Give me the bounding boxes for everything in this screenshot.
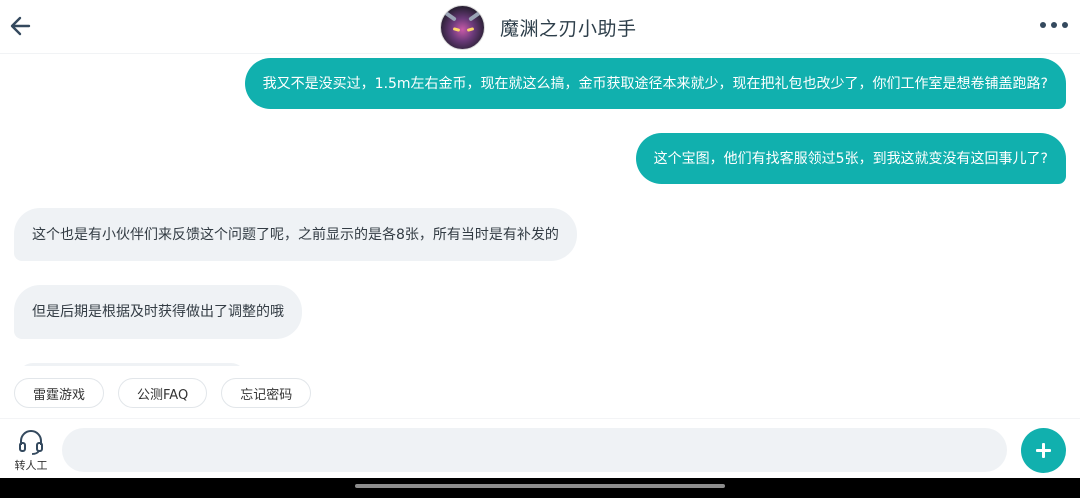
message-bubble-partial xyxy=(18,363,246,366)
more-horizontal-icon xyxy=(1040,22,1046,28)
message-input[interactable] xyxy=(62,428,1007,472)
page-title: 魔渊之刃小助手 xyxy=(500,17,637,40)
back-button[interactable] xyxy=(8,12,34,40)
quick-reply-bar: 雷霆游戏 公测FAQ 忘记密码 xyxy=(14,378,312,408)
message-bubble-incoming[interactable]: 但是后期是根据及时获得做出了调整的哦 xyxy=(14,285,302,339)
quick-reply-chip[interactable]: 雷霆游戏 xyxy=(14,378,105,408)
quick-reply-chip[interactable]: 忘记密码 xyxy=(221,378,312,408)
quick-reply-chip[interactable]: 公测FAQ xyxy=(118,378,208,408)
more-options-button[interactable] xyxy=(1040,22,1068,28)
system-navigation-bar xyxy=(0,478,1080,498)
message-bubble-incoming[interactable]: 这个也是有小伙伴们来反馈这个问题了呢，之前显示的是各8张，所有当时是有补发的 xyxy=(14,208,577,261)
message-text: 这个也是有小伙伴们来反馈这个问题了呢，之前显示的是各8张，所有当时是有补发的 xyxy=(32,226,559,243)
header-title-group: 魔渊之刃小助手 xyxy=(440,4,637,50)
message-text: 这个宝图，他们有找客服领过5张，到我这就变没有这回事儿了? xyxy=(653,150,1048,167)
message-text: 我又不是没买过，1.5m左右金币，现在就这么搞，金币获取途径本来就少，现在把礼包… xyxy=(262,75,1048,92)
transfer-to-agent-label: 转人工 xyxy=(14,459,48,472)
message-list[interactable]: 我又不是没买过，1.5m左右金币，现在就这么搞，金币获取途径本来就少，现在把礼包… xyxy=(0,54,1080,366)
message-text: 但是后期是根据及时获得做出了调整的哦 xyxy=(32,304,284,320)
chat-screen: 魔渊之刃小助手 我又不是没买过，1.5m左右金币，现在就这么搞，金币获取途径本来… xyxy=(0,0,1080,498)
message-bubble-outgoing[interactable]: 我又不是没买过，1.5m左右金币，现在就这么搞，金币获取途径本来就少，现在把礼包… xyxy=(244,58,1066,109)
arrow-left-icon xyxy=(10,16,31,36)
message-bubble-outgoing[interactable]: 这个宝图，他们有找客服领过5张，到我这就变没有这回事儿了? xyxy=(635,133,1066,184)
header-bar: 魔渊之刃小助手 xyxy=(0,0,1080,54)
transfer-to-agent-button[interactable]: 转人工 xyxy=(12,429,50,473)
add-attachment-button[interactable] xyxy=(1021,428,1066,473)
headset-icon xyxy=(19,430,43,455)
input-bar: 转人工 xyxy=(0,418,1080,478)
home-indicator[interactable] xyxy=(355,484,725,488)
bot-avatar[interactable] xyxy=(440,4,485,50)
